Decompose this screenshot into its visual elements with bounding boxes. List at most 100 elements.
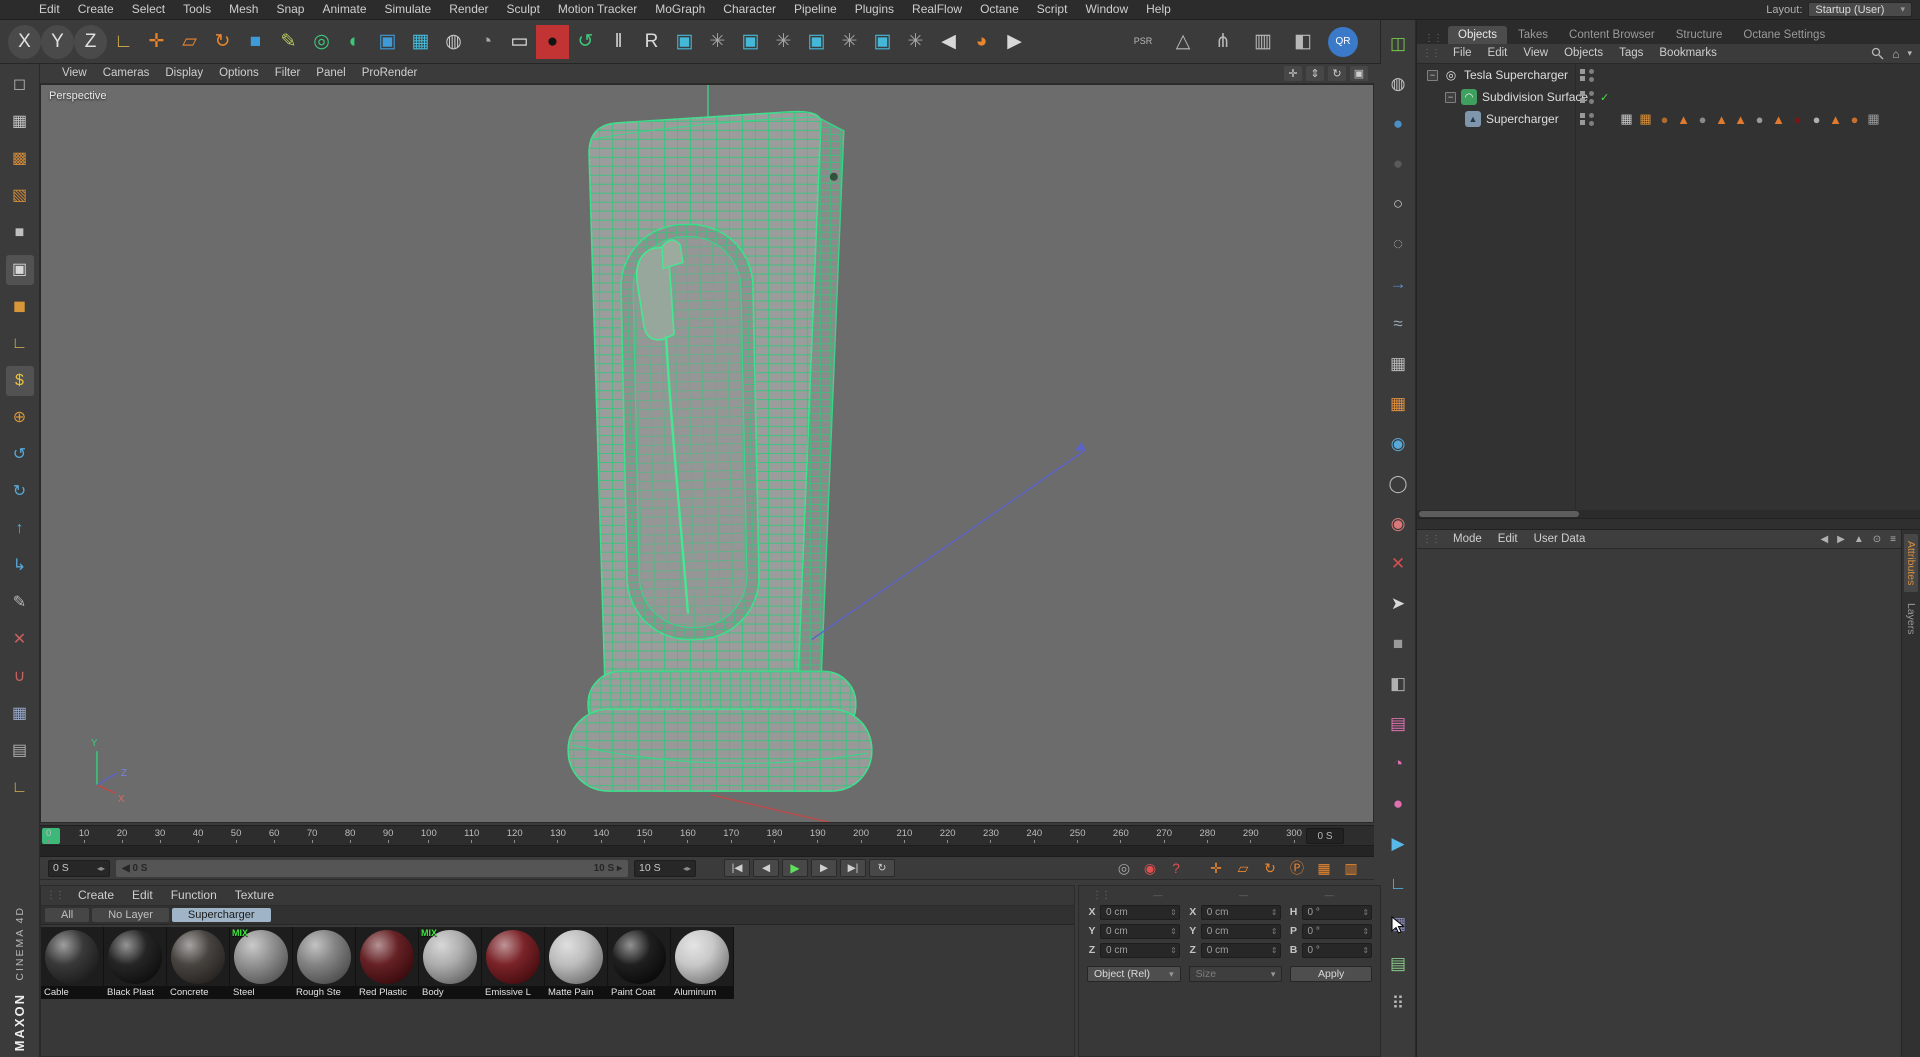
uv-polygons-icon[interactable]: ▧ — [6, 181, 34, 211]
menu-item[interactable]: Animate — [313, 0, 375, 19]
enabled-check-icon[interactable]: ✓ — [1600, 91, 1609, 104]
rotation-field[interactable]: 0 ° ⇕ — [1301, 923, 1373, 939]
range-end-handle[interactable]: 10 S ▸ — [594, 863, 622, 874]
attribute-menu-item[interactable]: Mode — [1445, 530, 1490, 549]
filter-icon[interactable]: ▾ — [1907, 48, 1912, 59]
viewport-menu-item[interactable]: Filter — [267, 64, 309, 83]
spinner-arrows-icon[interactable]: ⇕ — [1170, 946, 1177, 955]
spinner-arrows-icon[interactable]: ⇕ — [1362, 908, 1369, 917]
viewport-canvas[interactable]: Perspective Y Z X — [40, 84, 1374, 823]
braille-dots-icon[interactable]: ⠿ — [1383, 988, 1413, 1018]
menu-item[interactable]: Render — [440, 0, 497, 19]
record-rotation-button[interactable]: ↻ — [1259, 859, 1281, 877]
loop-playback-button[interactable]: ↻ — [869, 859, 895, 877]
grid-array-icon[interactable]: ▦ — [404, 25, 437, 59]
texture-tag[interactable]: ● — [1788, 112, 1807, 127]
lock-icon[interactable]: ⊙ — [1873, 534, 1881, 545]
delete-x-icon[interactable]: ✕ — [1383, 548, 1413, 578]
spinner-arrows-icon[interactable]: ⇕ — [1362, 946, 1369, 955]
object-row-subdivision-surface[interactable]: − ◠ Subdivision Surface ✓ — [1417, 86, 1920, 108]
normal-rotate-icon[interactable]: ↳ — [6, 551, 34, 581]
material-thumbnail[interactable]: Rough Ste — [293, 927, 356, 999]
object-manager-menu-item[interactable]: View — [1515, 44, 1556, 63]
viewport-menu-item[interactable]: View — [54, 64, 95, 83]
record-position-button[interactable]: ✛ — [1205, 859, 1227, 877]
sphere-primitive-icon[interactable]: ◐ — [338, 25, 371, 59]
joint-tool-icon[interactable]: ⋔ — [1208, 27, 1238, 57]
picker-arrow-icon[interactable]: ➤ — [1383, 588, 1413, 618]
spinner-arrows-icon[interactable]: ⇕ — [1271, 946, 1278, 955]
next-frame-button[interactable]: ▶ — [811, 859, 837, 877]
notes-icon[interactable]: ▤ — [6, 736, 34, 766]
object-manager-menu-item[interactable]: Tags — [1611, 44, 1651, 63]
ring-icon[interactable]: ◯ — [1383, 468, 1413, 498]
keyframe-selection-button[interactable]: ◎ — [1113, 859, 1135, 877]
texture-tag[interactable]: ● — [1750, 112, 1769, 127]
goto-end-button[interactable]: ▶| — [840, 859, 866, 877]
visibility-dots[interactable] — [1589, 90, 1594, 104]
material-thumbnail[interactable]: Black Plast — [104, 927, 167, 999]
texture-tag[interactable]: ▦ — [1864, 111, 1883, 127]
snap-corner-icon[interactable]: ∟ — [6, 773, 34, 803]
menu-item[interactable]: Mesh — [220, 0, 267, 19]
zoom-view-icon[interactable]: ⇕ — [1306, 66, 1324, 81]
material-thumbnail[interactable]: Concrete — [167, 927, 230, 999]
spinner-arrows-icon[interactable]: ◂▸ — [97, 864, 105, 873]
material-thumbnail[interactable]: Matte Pain — [545, 927, 608, 999]
side-tab-layers[interactable]: Layers — [1904, 596, 1918, 642]
timeline-layers-button[interactable]: ▥ — [1340, 859, 1362, 877]
layer-tab-all[interactable]: All — [45, 908, 90, 922]
menu-item[interactable]: Motion Tracker — [549, 0, 646, 19]
render-settings-icon[interactable]: ● — [536, 24, 569, 59]
field-gear-icon[interactable]: ✳ — [899, 25, 932, 59]
viewport-menu-item[interactable]: Display — [157, 64, 211, 83]
object-manager-menu-item[interactable]: Bookmarks — [1651, 44, 1725, 63]
side-tab-attributes[interactable]: Attributes — [1904, 534, 1918, 593]
grid-a-icon[interactable]: ▦ — [1383, 908, 1413, 938]
apply-button[interactable]: Apply — [1290, 966, 1373, 982]
magnet-tool-icon[interactable]: ∪ — [6, 662, 34, 692]
move-tool-icon[interactable]: ✛ — [140, 25, 173, 59]
material-thumbnail[interactable]: MIX Body — [419, 927, 482, 999]
panel-grip-icon[interactable]: ⋮⋮ — [1087, 890, 1115, 901]
corner-tool-icon[interactable]: ∟ — [1383, 868, 1413, 898]
menu-item[interactable]: Edit — [30, 0, 69, 19]
layer-tag-icon[interactable] — [1580, 69, 1585, 81]
spinner-arrows-icon[interactable]: ⇕ — [1271, 908, 1278, 917]
visibility-dots[interactable] — [1589, 68, 1594, 82]
menu-item[interactable]: Help — [1137, 0, 1180, 19]
panel-splitter[interactable] — [1417, 518, 1920, 530]
globe-icon[interactable]: ◉ — [1383, 428, 1413, 458]
object-row-supercharger[interactable]: ▲ Supercharger ▦ ▦ ● ▲ ● ▲ ▲ ● ▲ ● ● ▲ ● ▦ — [1417, 108, 1920, 130]
rotation-field[interactable]: 0 ° ⇕ — [1301, 942, 1373, 958]
timeline-scroll-strip[interactable] — [40, 846, 1374, 857]
x-axis-lock-icon[interactable]: X — [8, 24, 41, 59]
render-device-icon[interactable]: ◫ — [1383, 28, 1413, 58]
size-field[interactable]: 0 cm ⇕ — [1200, 942, 1281, 958]
attribute-manager-body[interactable] — [1417, 549, 1901, 1057]
texture-tag[interactable]: ● — [1845, 112, 1864, 127]
goto-start-button[interactable]: |◀ — [724, 859, 750, 877]
menu-item[interactable]: MoGraph — [646, 0, 714, 19]
parent-object-icon[interactable]: ▲ — [1854, 534, 1864, 545]
octane-render-icon[interactable]: ↺ — [569, 25, 602, 59]
render-region-icon[interactable]: ◔ — [470, 25, 503, 59]
history-back-icon[interactable]: ◀ — [1820, 534, 1828, 545]
spline-pen-icon[interactable]: ✎ — [272, 25, 305, 59]
menu-item[interactable]: Character — [714, 0, 785, 19]
knife-tool-icon[interactable]: ✎ — [6, 588, 34, 618]
rotate-tool-icon[interactable]: ↻ — [206, 25, 239, 59]
menu-item[interactable]: Script — [1028, 0, 1077, 19]
texture-tag[interactable]: ● — [1655, 112, 1674, 127]
panel-grip-icon[interactable]: ⋮⋮ — [1419, 33, 1447, 44]
workplane-mode-icon[interactable]: ∟ — [6, 329, 34, 359]
material-thumbnail[interactable]: MIX Steel — [230, 927, 293, 999]
realflow-icon[interactable]: R — [635, 25, 668, 59]
field-object-icon[interactable]: ▣ — [866, 25, 899, 59]
previous-frame-button[interactable]: ◀ — [753, 859, 779, 877]
timeline-ruler[interactable]: 0 10 20 30 40 50 60 70 80 90 100 110 120… — [40, 825, 1374, 846]
weight-panel-icon[interactable]: ▥ — [1248, 27, 1278, 57]
uv-points-icon[interactable]: ▩ — [6, 144, 34, 174]
material-menu-item[interactable]: Edit — [123, 886, 162, 905]
horizontal-scrollbar[interactable] — [1417, 510, 1920, 518]
